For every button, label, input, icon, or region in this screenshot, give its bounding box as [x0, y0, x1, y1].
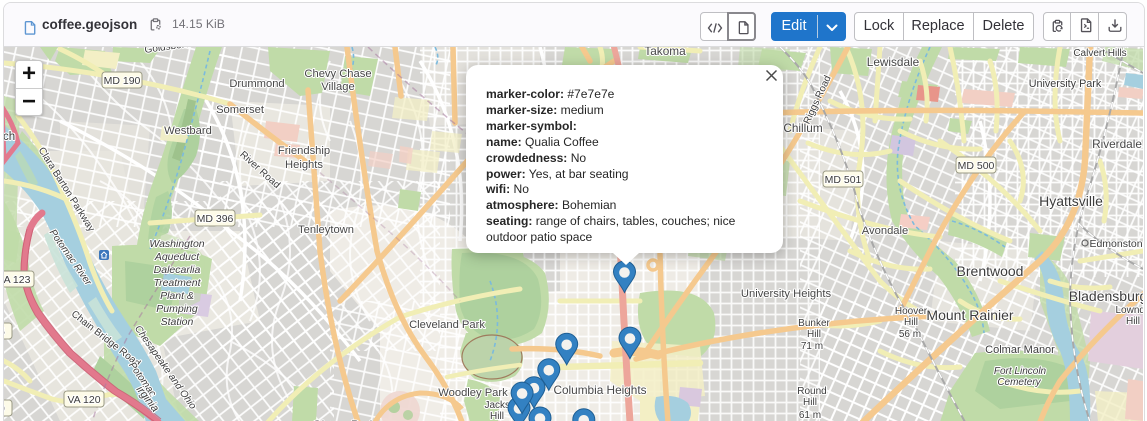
svg-text:Tenleytown: Tenleytown — [298, 224, 354, 236]
svg-text:Bladensburg: Bladensburg — [1069, 288, 1143, 304]
svg-text:MD 500: MD 500 — [958, 160, 995, 172]
svg-text:Dalecarlia: Dalecarlia — [154, 264, 201, 276]
svg-text:Columbia Heights: Columbia Heights — [553, 383, 646, 397]
svg-text:MD 501: MD 501 — [825, 174, 862, 186]
svg-text:Washington: Washington — [149, 238, 204, 250]
svg-text:University Park: University Park — [1029, 78, 1102, 90]
svg-text:Treatment: Treatment — [153, 277, 201, 289]
svg-text:61 m: 61 m — [799, 410, 821, 421]
svg-text:Takoma: Takoma — [644, 47, 686, 58]
svg-text:Cemetery: Cemetery — [997, 377, 1041, 388]
svg-text:Riverdale: Riverdale — [1092, 137, 1142, 151]
svg-text:Fort Lincoln: Fort Lincoln — [994, 366, 1047, 377]
svg-text:Bunker: Bunker — [798, 318, 830, 329]
svg-text:Westbard: Westbard — [164, 125, 212, 137]
svg-text:Hill: Hill — [904, 317, 918, 328]
svg-text:Brentwood: Brentwood — [957, 263, 1024, 279]
svg-text:Friendship: Friendship — [278, 145, 330, 157]
svg-text:Village: Village — [321, 81, 354, 93]
svg-text:MD 396: MD 396 — [197, 213, 234, 225]
svg-text:Round: Round — [797, 386, 826, 397]
svg-text:Plant &: Plant & — [160, 290, 194, 302]
svg-text:Lewisdale: Lewisdale — [867, 55, 920, 69]
svg-text:Aqueduct: Aqueduct — [154, 251, 200, 263]
svg-text:Edmonston: Edmonston — [1089, 238, 1142, 250]
svg-text:MD 190: MD 190 — [104, 75, 141, 87]
svg-text:Mount Rainier: Mount Rainier — [926, 307, 1013, 323]
svg-text:Cleveland Park: Cleveland Park — [409, 319, 485, 331]
svg-text:Somerset: Somerset — [216, 104, 265, 116]
svg-text:Lownde: Lownde — [1115, 305, 1143, 316]
svg-text:Chillum: Chillum — [783, 121, 823, 135]
svg-text:Station: Station — [161, 316, 194, 328]
svg-text:Calvert Hills: Calvert Hills — [1073, 48, 1126, 59]
svg-text:Hill: Hill — [1126, 316, 1140, 327]
svg-text:Pumping: Pumping — [156, 303, 198, 315]
svg-text:Hill: Hill — [807, 329, 821, 340]
svg-text:VA 120: VA 120 — [67, 394, 100, 406]
svg-text:Hoover: Hoover — [895, 306, 928, 317]
svg-text:56 m: 56 m — [899, 329, 921, 340]
svg-text:Chevy Chase: Chevy Chase — [304, 68, 371, 80]
svg-text:A 123: A 123 — [4, 274, 31, 286]
svg-text:Hill: Hill — [803, 397, 817, 408]
svg-text:Hyattsville: Hyattsville — [1039, 193, 1103, 209]
svg-text:Avondale: Avondale — [862, 225, 908, 237]
svg-text:Heights: Heights — [285, 159, 323, 171]
svg-text:University Heights: University Heights — [741, 288, 832, 300]
svg-text:Colmar Manor: Colmar Manor — [985, 344, 1055, 356]
svg-text:Woodley Park: Woodley Park — [438, 387, 508, 399]
svg-text:ch: ch — [4, 131, 15, 143]
svg-text:71 m: 71 m — [801, 341, 823, 352]
svg-text:Drummond: Drummond — [229, 78, 284, 90]
